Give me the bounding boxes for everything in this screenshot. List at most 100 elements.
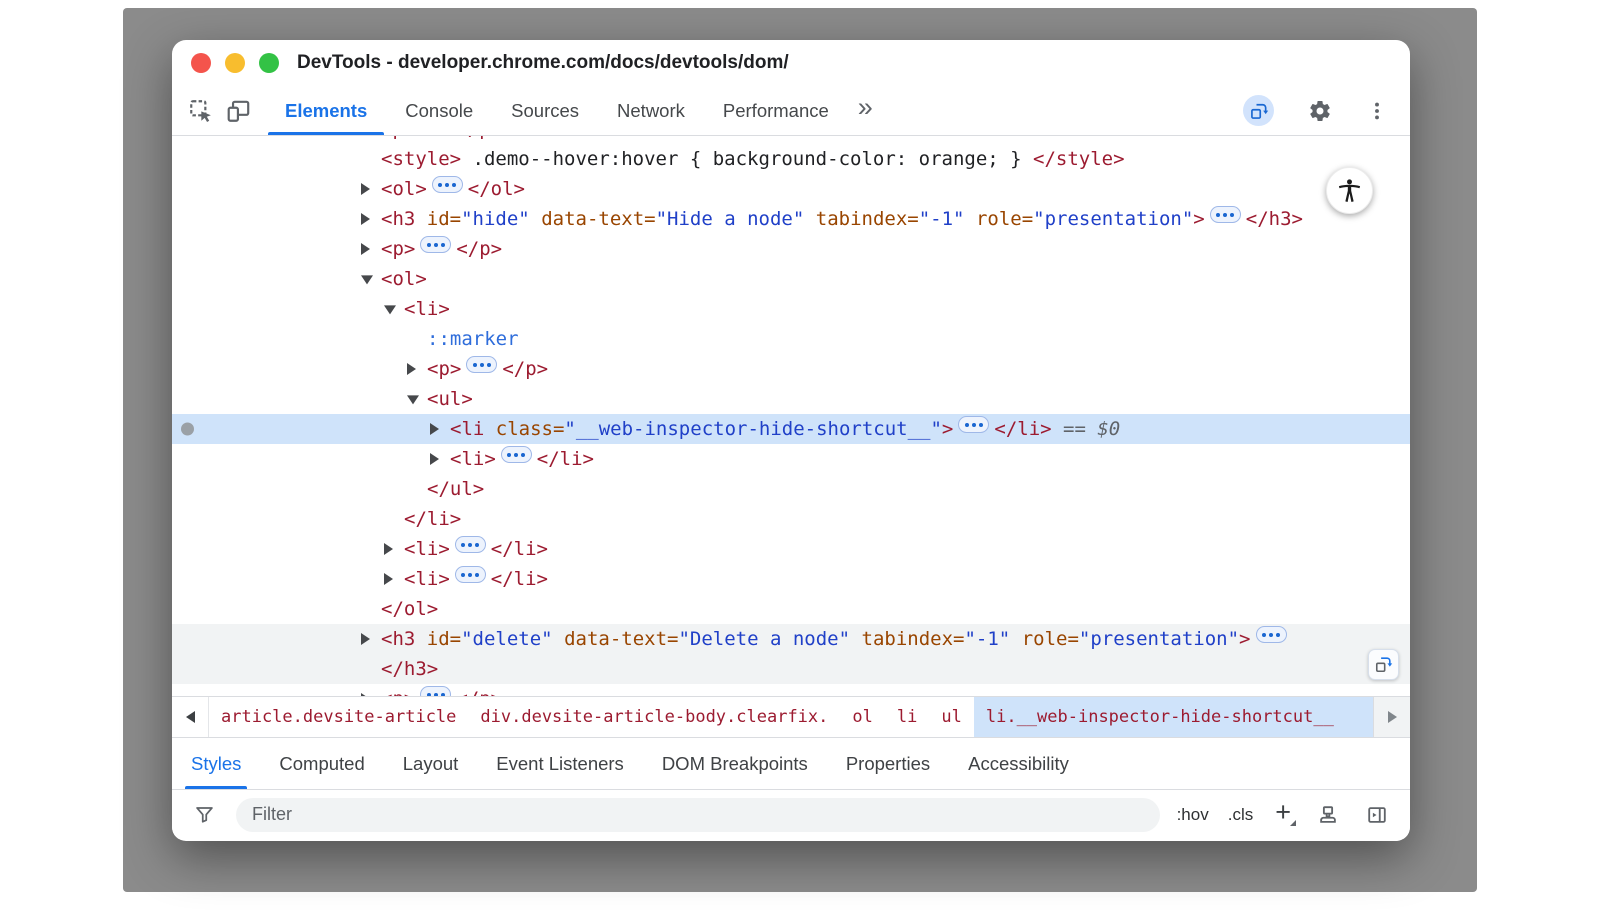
dom-tree-row[interactable]: <p></p> <box>172 684 1410 696</box>
expand-arrow-icon[interactable] <box>361 183 370 195</box>
text-token <box>415 628 426 650</box>
more-options-kebab-icon[interactable] <box>1360 100 1394 122</box>
breadcrumb-item[interactable]: li.__web-inspector-hide-shortcut__ <box>974 697 1373 737</box>
dom-tree-row[interactable]: <p></p> <box>172 136 1410 144</box>
expand-inline-icon[interactable] <box>466 356 497 373</box>
dom-tree-row[interactable]: <p></p> <box>172 354 1410 384</box>
attribute-name-token: role= <box>1022 628 1079 650</box>
feature-badge-icon[interactable] <box>1237 95 1280 126</box>
sidebar-tab-properties[interactable]: Properties <box>827 738 949 789</box>
dom-tree-row[interactable]: </h3> <box>172 654 1410 684</box>
expand-arrow-icon[interactable] <box>361 243 370 255</box>
dom-tree-row[interactable]: <li></li> <box>172 534 1410 564</box>
dom-tree-row[interactable]: <style> .demo--hover:hover { background-… <box>172 144 1410 174</box>
dom-tree-row[interactable]: <li class="__web-inspector-hide-shortcut… <box>172 414 1410 444</box>
expand-inline-icon[interactable] <box>420 686 451 696</box>
expand-arrow-icon[interactable] <box>384 543 393 555</box>
attribute-name-token: class= <box>496 418 565 440</box>
tab-console[interactable]: Console <box>386 86 492 135</box>
accessibility-person-icon[interactable] <box>1326 167 1373 214</box>
toggle-sidebar-icon[interactable] <box>1360 804 1394 826</box>
breadcrumb-item[interactable]: div.devsite-article-body.clearfix. <box>468 697 840 737</box>
zoom-window-button[interactable] <box>259 53 279 73</box>
expand-arrow-icon[interactable] <box>430 423 439 435</box>
expand-inline-icon[interactable] <box>455 536 486 553</box>
expand-arrow-icon[interactable] <box>384 573 393 585</box>
settings-gear-icon[interactable] <box>1302 99 1338 123</box>
tag-token: <p> <box>381 238 415 260</box>
pop-out-icon[interactable] <box>1368 649 1399 680</box>
dom-tree-row[interactable]: </li> <box>172 504 1410 534</box>
tag-token: </ol> <box>381 598 438 620</box>
dom-tree-row[interactable]: <li></li> <box>172 564 1410 594</box>
dom-tree-row[interactable]: ::marker <box>172 324 1410 354</box>
expand-arrow-icon[interactable] <box>430 453 439 465</box>
tab-sources[interactable]: Sources <box>492 86 598 135</box>
text-token <box>484 418 495 440</box>
collapse-arrow-icon[interactable] <box>407 395 419 404</box>
dom-tree-row[interactable]: </ul> <box>172 474 1410 504</box>
dom-tree-row[interactable]: <ol> <box>172 264 1410 294</box>
breadcrumb-list: article.devsite-articlediv.devsite-artic… <box>209 697 1373 737</box>
breadcrumb-item[interactable]: article.devsite-article <box>209 697 468 737</box>
expand-inline-icon[interactable] <box>1256 626 1287 643</box>
sidebar-tab-layout[interactable]: Layout <box>384 738 478 789</box>
expand-arrow-icon[interactable] <box>361 633 370 645</box>
long-press-corner-icon <box>1290 820 1296 826</box>
dom-tree-row[interactable]: <p></p> <box>172 234 1410 264</box>
styles-toolbar: :hov .cls + <box>172 790 1410 839</box>
attribute-value-token: "__web-inspector-hide-shortcut__" <box>564 418 942 440</box>
tab-elements[interactable]: Elements <box>266 86 386 135</box>
expand-arrow-icon[interactable] <box>361 213 370 225</box>
minimize-window-button[interactable] <box>225 53 245 73</box>
dom-tree-row[interactable]: <li> <box>172 294 1410 324</box>
sidebar-tab-styles[interactable]: Styles <box>172 738 260 789</box>
new-style-rule-button[interactable]: + <box>1270 802 1296 828</box>
more-tabs-icon[interactable]: » <box>848 86 883 135</box>
tag-token: </p> <box>502 358 548 380</box>
breadcrumb-scroll-left-button[interactable] <box>172 697 209 737</box>
expand-inline-icon[interactable] <box>432 176 463 193</box>
attribute-name-token: tabindex= <box>816 208 919 230</box>
attribute-name-token: tabindex= <box>862 628 965 650</box>
dom-tree-row[interactable]: <h3 id="hide" data-text="Hide a node" ta… <box>172 204 1410 234</box>
dom-tree-row[interactable]: <ol></ol> <box>172 174 1410 204</box>
styles-filter-input[interactable] <box>236 798 1160 832</box>
devtools-window: DevTools - developer.chrome.com/docs/dev… <box>172 40 1410 841</box>
text-token: .demo--hover:hover { background-color: o… <box>461 148 1033 170</box>
tag-token: </h3> <box>381 658 438 680</box>
dom-tree-row[interactable]: <ul> <box>172 384 1410 414</box>
breadcrumb-item[interactable]: ul <box>929 697 973 737</box>
dom-tree-row[interactable]: <h3 id="delete" data-text="Delete a node… <box>172 624 1410 654</box>
collapse-arrow-icon[interactable] <box>361 275 373 284</box>
close-window-button[interactable] <box>191 53 211 73</box>
expand-inline-icon[interactable] <box>455 566 486 583</box>
dom-tree-row[interactable]: <li></li> <box>172 444 1410 474</box>
selection-dot-icon <box>181 423 194 436</box>
expand-inline-icon[interactable] <box>1210 206 1241 223</box>
expand-inline-icon[interactable] <box>958 416 989 433</box>
sidebar-tab-dom-breakpoints[interactable]: DOM Breakpoints <box>643 738 827 789</box>
dom-tree-row[interactable]: </ol> <box>172 594 1410 624</box>
stamp-icon[interactable] <box>1311 804 1345 826</box>
expand-inline-icon[interactable] <box>501 446 532 463</box>
sidebar-tab-computed[interactable]: Computed <box>260 738 383 789</box>
tab-network[interactable]: Network <box>598 86 704 135</box>
inspect-element-icon[interactable] <box>182 86 220 135</box>
toggle-element-state-button[interactable]: :hov <box>1175 805 1211 825</box>
expand-inline-icon[interactable] <box>420 236 451 253</box>
breadcrumb-item[interactable]: ol <box>840 697 884 737</box>
tab-performance[interactable]: Performance <box>704 86 848 135</box>
collapse-arrow-icon[interactable] <box>384 305 396 314</box>
element-classes-button[interactable]: .cls <box>1226 805 1256 825</box>
breadcrumb-scroll-right-button[interactable] <box>1373 697 1410 737</box>
expand-arrow-icon[interactable] <box>361 693 370 696</box>
expand-arrow-icon[interactable] <box>407 363 416 375</box>
tag-token: <ol> <box>381 178 427 200</box>
breadcrumb-item[interactable]: li <box>885 697 929 737</box>
toggle-device-toolbar-icon[interactable] <box>220 86 258 135</box>
devtools-toolbar: ElementsConsoleSourcesNetworkPerformance… <box>172 86 1410 136</box>
attribute-name-token: id= <box>427 208 461 230</box>
sidebar-tab-event-listeners[interactable]: Event Listeners <box>477 738 643 789</box>
sidebar-tab-accessibility[interactable]: Accessibility <box>949 738 1088 789</box>
